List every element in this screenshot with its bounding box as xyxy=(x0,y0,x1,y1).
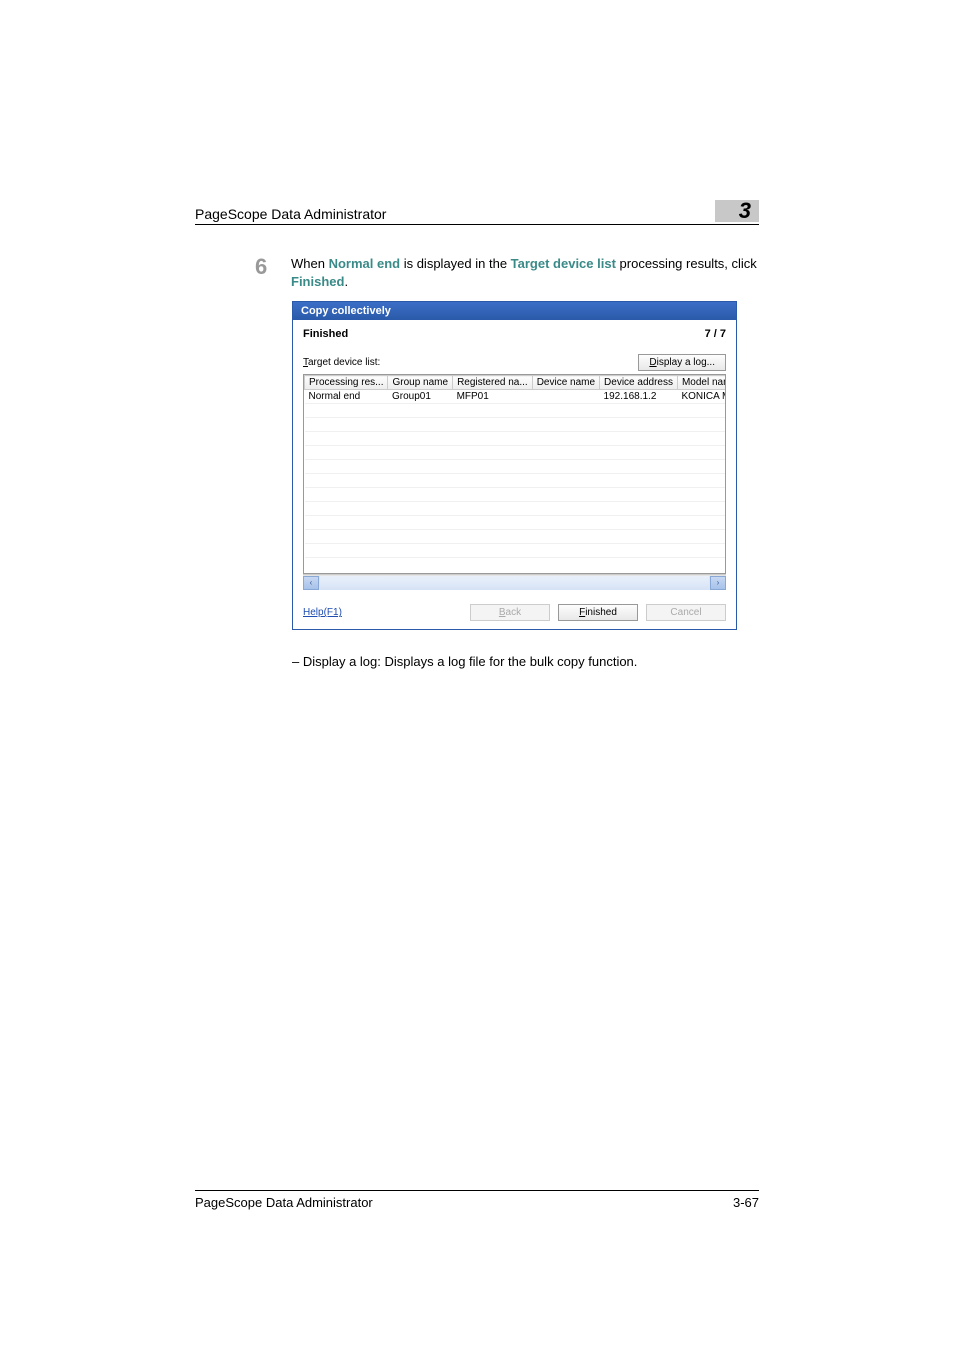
footer-title: PageScope Data Administrator xyxy=(195,1195,373,1210)
col-group-name[interactable]: Group name xyxy=(388,376,453,390)
col-model-name[interactable]: Model name xyxy=(677,376,726,390)
col-registered-name[interactable]: Registered na... xyxy=(453,376,533,390)
back-button: Back xyxy=(470,604,550,621)
t: Normal end xyxy=(329,256,401,271)
t: Finished xyxy=(291,274,344,289)
target-device-table[interactable]: Processing res... Group name Registered … xyxy=(303,374,726,574)
copy-collectively-dialog: Copy collectively Finished 7 / 7 TTarget… xyxy=(292,301,737,630)
page-footer: PageScope Data Administrator 3-67 xyxy=(195,1190,759,1210)
dialog-status: Finished xyxy=(303,328,348,340)
cell: Group01 xyxy=(388,390,453,404)
table-row xyxy=(305,404,727,418)
t: Target device list xyxy=(511,256,616,271)
step-number: 6 xyxy=(255,255,291,291)
t: is displayed in the xyxy=(400,256,511,271)
scroll-track[interactable] xyxy=(320,576,709,590)
t: processing results, click xyxy=(616,256,757,271)
step-6: 6 When Normal end is displayed in the Ta… xyxy=(255,255,759,291)
cell: KONICA MINOLTA C450 xyxy=(677,390,726,404)
page-header: PageScope Data Administrator 3 xyxy=(195,200,759,225)
finished-button[interactable]: Finished xyxy=(558,604,638,621)
cell: 192.168.1.2 xyxy=(600,390,678,404)
table-row xyxy=(305,418,727,432)
footer-page-number: 3-67 xyxy=(733,1195,759,1210)
t: . xyxy=(344,274,348,289)
t: When xyxy=(291,256,329,271)
table-row[interactable]: Normal end Group01 MFP01 192.168.1.2 KON… xyxy=(305,390,727,404)
scroll-right-icon[interactable]: › xyxy=(710,576,726,590)
step-text: When Normal end is displayed in the Targ… xyxy=(291,255,759,291)
table-row xyxy=(305,502,727,516)
table-row xyxy=(305,460,727,474)
header-title: PageScope Data Administrator xyxy=(195,206,386,222)
scroll-left-icon[interactable]: ‹ xyxy=(303,576,319,590)
col-processing-result[interactable]: Processing res... xyxy=(305,376,388,390)
dialog-step-count: 7 / 7 xyxy=(705,328,726,340)
table-header-row: Processing res... Group name Registered … xyxy=(305,376,727,390)
target-device-list-label: TTarget device list:arget device list: xyxy=(303,357,380,368)
dialog-titlebar: Copy collectively xyxy=(293,302,736,320)
table-row xyxy=(305,432,727,446)
cell xyxy=(532,390,599,404)
help-link[interactable]: Help(F1) xyxy=(303,607,342,618)
chapter-number: 3 xyxy=(715,200,759,222)
col-device-name[interactable]: Device name xyxy=(532,376,599,390)
display-log-button[interactable]: Display a log... xyxy=(638,354,726,371)
table-row xyxy=(305,446,727,460)
cell: MFP01 xyxy=(453,390,533,404)
cancel-button: Cancel xyxy=(646,604,726,621)
table-row xyxy=(305,544,727,558)
table-row xyxy=(305,488,727,502)
col-device-address[interactable]: Device address xyxy=(600,376,678,390)
table-row xyxy=(305,516,727,530)
cell: Normal end xyxy=(305,390,388,404)
table-row xyxy=(305,530,727,544)
table-row xyxy=(305,474,727,488)
horizontal-scrollbar[interactable]: ‹ › xyxy=(303,574,726,590)
display-log-note: – Display a log: Displays a log file for… xyxy=(292,654,759,669)
